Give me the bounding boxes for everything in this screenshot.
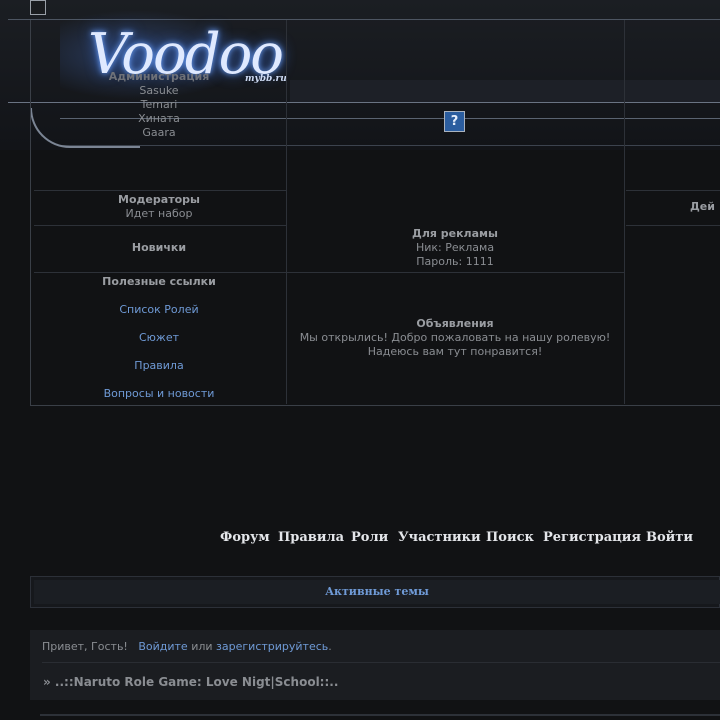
forum-title[interactable]: » ..::Naruto Role Game: Love Nigt|School…: [43, 675, 338, 689]
useful-links-cell: Полезные ссылки Список Ролей Сюжет Прави…: [34, 275, 284, 401]
nav-login[interactable]: Войти: [646, 530, 693, 545]
moderators-title: Модераторы: [118, 193, 200, 206]
table-row-divider: [34, 272, 624, 273]
admins-title: Администрация: [108, 70, 210, 83]
newbies-title: Новички: [131, 241, 187, 254]
moderators-cell: Модераторы Идет набор: [34, 193, 284, 221]
period-text: .: [328, 640, 332, 653]
active-topics-link[interactable]: Активные темы: [34, 585, 720, 598]
link-roles-list[interactable]: Список Ролей: [34, 303, 284, 317]
table-row-divider: [34, 190, 286, 191]
register-link[interactable]: зарегистрируйтесь: [216, 640, 328, 653]
admins-cell: Администрация Sasuke Temari Хината Gaara: [34, 70, 284, 140]
link-plot[interactable]: Сюжет: [34, 331, 284, 345]
login-link[interactable]: Войдите: [138, 640, 187, 653]
announcements-title: Объявления: [416, 317, 494, 330]
nav-rules[interactable]: Правила: [278, 530, 344, 545]
or-text: или: [191, 640, 213, 653]
nav-roles[interactable]: Роли: [351, 530, 388, 545]
table-row-divider: [626, 190, 720, 191]
announcements-cell: Объявления Мы открылись! Добро пожаловат…: [288, 317, 622, 359]
announcements-line: Мы открылись! Добро пожаловать на нашу р…: [299, 331, 611, 344]
moderators-value: Идет набор: [125, 207, 193, 220]
admin-name[interactable]: Sasuke: [34, 84, 284, 98]
admin-name[interactable]: Хината: [34, 112, 284, 126]
corner-checkbox[interactable]: [30, 0, 46, 15]
welcome-divider: [42, 662, 720, 663]
nav-search[interactable]: Поиск: [486, 530, 534, 545]
link-questions-news[interactable]: Вопросы и новости: [34, 387, 284, 401]
greeting-text: Привет, Гость!: [42, 640, 128, 653]
admin-name[interactable]: Gaara: [34, 126, 284, 140]
useful-links-title: Полезные ссылки: [102, 275, 216, 288]
admin-name[interactable]: Temari: [34, 98, 284, 112]
advertising-password: Пароль: 1111: [416, 255, 494, 268]
table-column-divider: [286, 20, 287, 404]
table-row-divider: [34, 225, 286, 226]
actions-title: Дей: [690, 200, 715, 213]
nav-members[interactable]: Участники: [398, 530, 481, 545]
advertising-nick: Ник: Реклама: [415, 241, 495, 254]
nav-forum[interactable]: Форум: [220, 530, 270, 545]
help-icon[interactable]: ?: [444, 111, 465, 132]
advertising-cell: Для рекламы Ник: Реклама Пароль: 1111: [288, 227, 622, 269]
table-column-divider: [624, 20, 625, 404]
announcements-line: Надеюсь вам тут понравится!: [367, 345, 543, 358]
link-rules[interactable]: Правила: [34, 359, 284, 373]
main-navigation: Форум Правила Роли Участники Поиск Регис…: [0, 530, 720, 550]
newbies-cell: Новички: [34, 241, 284, 255]
advertising-title: Для рекламы: [412, 227, 498, 240]
table-row-divider: [626, 225, 720, 226]
footer-divider: [40, 714, 720, 716]
welcome-message: Привет, Гость! Войдите или зарегистрируй…: [42, 640, 332, 653]
nav-register[interactable]: Регистрация: [543, 530, 641, 545]
